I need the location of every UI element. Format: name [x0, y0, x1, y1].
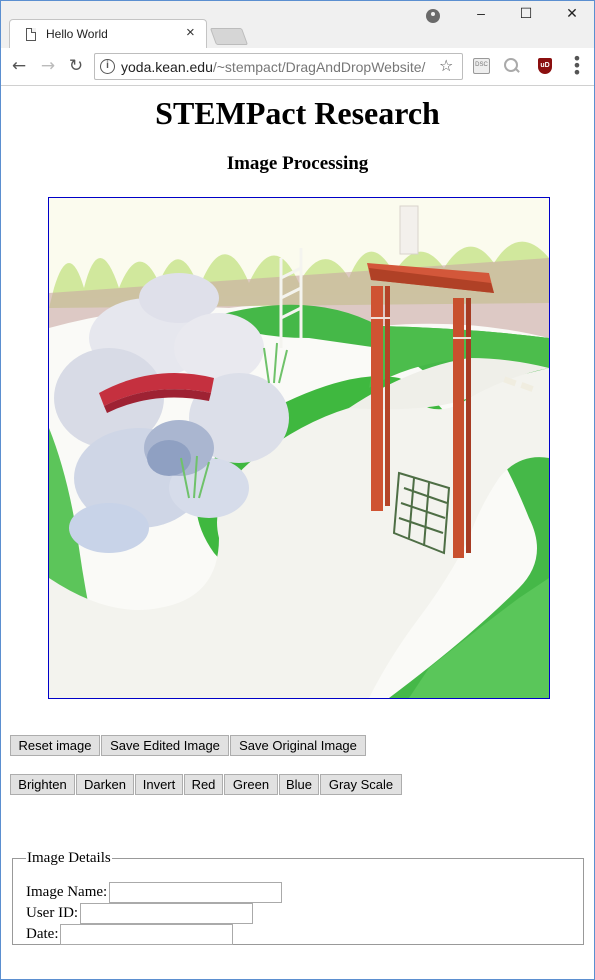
user-id-label: User ID: [26, 904, 79, 921]
gray-scale-button[interactable]: Gray Scale [320, 774, 402, 795]
user-id-input[interactable] [80, 903, 254, 924]
site-info-icon[interactable]: i [100, 59, 115, 74]
tab-close-icon[interactable]: × [186, 24, 195, 41]
save-edited-image-button[interactable]: Save Edited Image [101, 735, 229, 756]
reset-image-button[interactable]: Reset image [10, 735, 100, 756]
forward-arrow-icon[interactable]: → [37, 55, 59, 77]
account-icon[interactable] [426, 9, 440, 23]
dsc-icon[interactable]: DSC [473, 58, 490, 74]
reload-icon[interactable]: ↻ [65, 55, 87, 77]
user-id-row: User ID: [26, 903, 254, 924]
invert-button[interactable]: Invert [135, 774, 183, 795]
maximize-button[interactable]: ☐ [511, 5, 541, 22]
menu-dots-icon[interactable]: • • • [571, 51, 583, 81]
red-button[interactable]: Red [184, 774, 223, 795]
page-content: STEMPact Research Image Processing Reset… [1, 87, 594, 979]
image-name-input[interactable] [109, 882, 283, 903]
search-lens-icon[interactable] [504, 58, 521, 74]
darken-button[interactable]: Darken [76, 774, 134, 795]
date-row: Date: [26, 924, 234, 945]
back-arrow-icon[interactable]: ← [8, 55, 30, 77]
save-original-image-button[interactable]: Save Original Image [230, 735, 366, 756]
minimize-button[interactable]: – [466, 5, 496, 21]
page-subtitle: Image Processing [226, 153, 369, 174]
blue-button[interactable]: Blue [279, 774, 319, 795]
browser-tab[interactable]: Hello World × [9, 19, 207, 49]
green-button[interactable]: Green [224, 774, 278, 795]
tab-title: Hello World [46, 27, 108, 41]
ublock-icon[interactable]: uD [538, 58, 552, 74]
bookmark-star-icon[interactable]: ☆ [439, 56, 453, 75]
url-host: yoda.kean.edu [121, 59, 213, 75]
brighten-button[interactable]: Brighten [10, 774, 75, 795]
image-canvas[interactable] [48, 197, 550, 699]
image-details-legend: Image Details [27, 850, 111, 866]
new-tab-button[interactable] [209, 28, 249, 45]
image-name-label: Image Name: [26, 883, 108, 900]
image-details-fieldset: Image Details Image Name: User ID: Date: [12, 850, 584, 945]
page-title: STEMPact Research [155, 95, 440, 131]
close-window-button[interactable]: ✕ [557, 5, 587, 22]
browser-toolbar: ← → ↻ i yoda.kean.edu/~stempact/DragAndD… [1, 48, 594, 86]
url-text[interactable]: yoda.kean.edu/~stempact/DragAndDropWebsi… [121, 59, 425, 75]
page-icon [26, 28, 36, 41]
tab-strip: Hello World × – ☐ ✕ [1, 1, 594, 49]
date-label: Date: [26, 925, 59, 942]
garden-photo [49, 198, 549, 698]
date-input[interactable] [60, 924, 234, 945]
url-path: /~stempact/DragAndDropWebsite/ [212, 59, 426, 75]
image-name-row: Image Name: [26, 882, 283, 903]
address-bar[interactable]: i yoda.kean.edu/~stempact/DragAndDropWeb… [94, 53, 463, 80]
browser-window: Hello World × – ☐ ✕ ← → ↻ i yoda.kean.ed… [0, 0, 595, 980]
